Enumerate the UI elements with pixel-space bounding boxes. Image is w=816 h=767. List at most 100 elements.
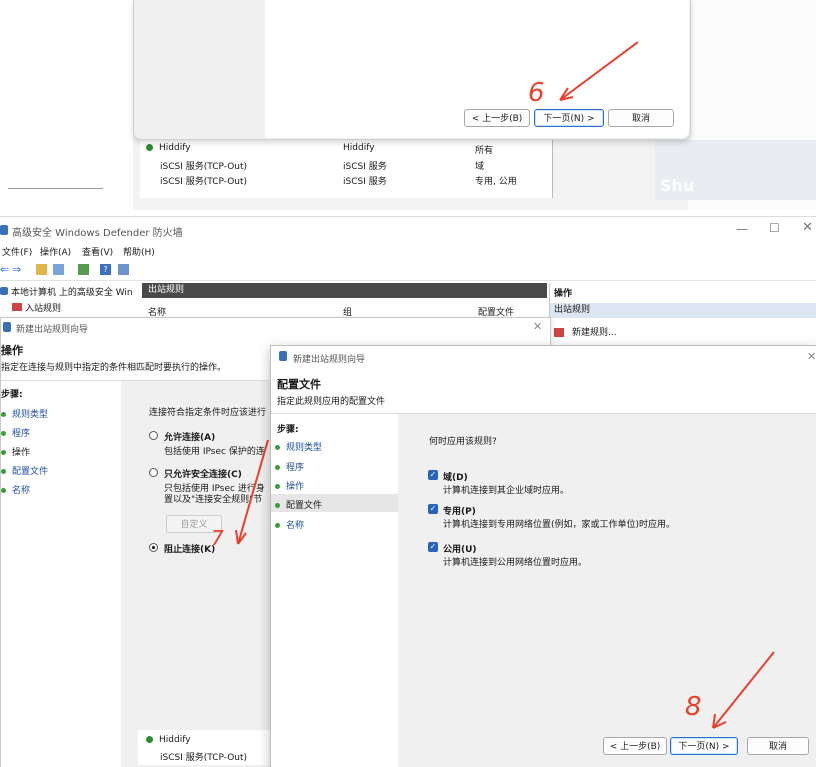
back-arrow-icon[interactable]: ⇐ (0, 263, 9, 276)
steps-label: 步骤: (1, 390, 23, 400)
minimize-icon[interactable]: — (736, 222, 748, 236)
cancel-button[interactable]: 取消 (608, 109, 674, 127)
checkbox-domain[interactable]: ✓ (428, 470, 438, 480)
step-name[interactable]: 名称 (275, 518, 304, 531)
annotation-arrow-8 (712, 651, 775, 729)
radio-secure[interactable] (149, 468, 158, 477)
menu-bar: 文件(F) 操作(A) 查看(V) 帮助(H) (0, 243, 816, 259)
firewall-icon (0, 225, 8, 235)
profile-domain-label[interactable]: 域(D) (443, 470, 468, 483)
view-icon[interactable] (118, 264, 129, 275)
steps-panel: 步骤: 规则类型 程序 操作 配置文件 名称 (271, 413, 398, 767)
profile-question: 何时应用该规则? (429, 437, 497, 447)
page-subheading: 指定此规则应用的配置文件 (277, 397, 386, 407)
profile-domain-desc: 计算机连接到其企业域时应用。 (443, 486, 570, 496)
profile-private-desc: 计算机连接到专用网络位置(例如，家或工作单位)时应用。 (443, 520, 676, 530)
center-header: 出站规则 (142, 283, 547, 298)
next-button[interactable]: 下一页(N) > (670, 737, 738, 755)
profile-public-label[interactable]: 公用(U) (443, 542, 477, 555)
actions-section[interactable]: 出站规则 (550, 303, 816, 318)
table-cell: 域 (475, 162, 485, 172)
steps-panel: 步骤: 规则类型 程序 操作 配置文件 名称 (1, 380, 121, 767)
forward-arrow-icon[interactable]: ⇒ (12, 263, 21, 276)
checkbox-private[interactable]: ✓ (428, 504, 438, 514)
new-rule-icon (554, 328, 564, 337)
radio-block[interactable] (149, 543, 158, 552)
firewall-icon (3, 322, 11, 332)
firewall-icon (279, 351, 287, 361)
table-row[interactable]: Hiddify (146, 143, 191, 153)
menu-view[interactable]: 查看(V) (82, 245, 113, 258)
step-profile[interactable]: 配置文件 (275, 498, 322, 511)
profile-public-desc: 计算机连接到公用网络位置时应用。 (443, 558, 588, 568)
step-name[interactable]: 名称 (1, 483, 30, 496)
step-profile[interactable]: 配置文件 (1, 464, 48, 477)
firewall-icon (0, 287, 8, 295)
table-cell: Hiddify (343, 143, 375, 153)
top-screenshot: Shu Hiddify Hiddify 所有 iSCSI 服务(TCP-Out)… (0, 0, 816, 210)
actions-panel: 操作 出站规则 新建规则... (549, 283, 816, 353)
help-icon[interactable]: ? (100, 264, 111, 275)
table-cell: 所有 (475, 146, 494, 156)
annotation-label-8: 8 (685, 692, 702, 722)
step-rule-type[interactable]: 规则类型 (275, 440, 322, 453)
close-icon[interactable]: ✕ (807, 350, 816, 363)
new-rule-action[interactable]: 新建规则... (554, 325, 617, 338)
table-row[interactable]: iSCSI 服务(TCP-Out) (160, 159, 247, 172)
step-program[interactable]: 程序 (1, 426, 30, 439)
wizard-dialog-profile: 新建出站规则向导 ✕ 配置文件 指定此规则应用的配置文件 步骤: 规则类型 程序… (270, 345, 816, 767)
export-icon[interactable] (78, 264, 89, 275)
tree-root[interactable]: 本地计算机 上的高级安全 Win (0, 285, 133, 298)
table-row[interactable]: iSCSI 服务(TCP-Out) (160, 750, 247, 763)
tree-inbound[interactable]: 入站规则 (12, 301, 61, 314)
cancel-button[interactable]: 取消 (747, 737, 809, 755)
page-heading: 配置文件 (277, 378, 321, 391)
center-header-title: 出站规则 (148, 285, 185, 295)
close-icon[interactable]: ✕ (802, 220, 813, 235)
option-block-label[interactable]: 阻止连接(K) (164, 542, 215, 555)
back-button[interactable]: < 上一步(B) (603, 737, 667, 755)
step-rule-type[interactable]: 规则类型 (1, 407, 48, 420)
left-faint-panel (0, 0, 133, 210)
dialog-title: 新建出站规则向导 (293, 355, 366, 365)
list-icon[interactable] (53, 264, 64, 275)
actions-title: 操作 (554, 289, 573, 299)
option-allow-label[interactable]: 允许连接(A) (164, 430, 215, 443)
window-title: 高级安全 Windows Defender 防火墙 (12, 228, 183, 239)
check-icon (146, 736, 153, 743)
table-row[interactable]: iSCSI 服务(TCP-Out) (160, 174, 247, 187)
close-icon[interactable]: ✕ (533, 320, 542, 333)
title-bar: 高级安全 Windows Defender 防火墙 — ☐ ✕ (0, 217, 816, 243)
annotation-arrow-7 (235, 439, 269, 545)
table-cell: iSCSI 服务 (343, 177, 387, 187)
step-action[interactable]: 操作 (1, 445, 30, 458)
page-subheading: 指定在连接与规则中指定的条件相匹配时要执行的操作。 (1, 363, 227, 373)
toolbar: ⇐ ⇒ ? (0, 260, 816, 281)
dialog-title-bar: 新建出站规则向导 ✕ (1, 318, 550, 336)
table-row[interactable]: Hiddify (146, 735, 191, 745)
back-button[interactable]: < 上一步(B) (464, 109, 530, 127)
annotation-label-7: 7 (211, 526, 224, 550)
dialog-title: 新建出站规则向导 (16, 325, 89, 335)
action-question: 连接符合指定条件时应该进行 (149, 408, 267, 418)
dialog-title-bar: 新建出站规则向导 ✕ (271, 346, 816, 366)
table-cell: 专用, 公用 (475, 177, 517, 187)
step-action[interactable]: 操作 (275, 479, 304, 492)
menu-file[interactable]: 文件(F) (2, 245, 32, 258)
next-button[interactable]: 下一页(N) > (534, 109, 604, 127)
folder-icon[interactable] (36, 264, 47, 275)
check-icon (146, 144, 153, 151)
menu-action[interactable]: 操作(A) (40, 245, 71, 258)
table-cell: iSCSI 服务 (343, 162, 387, 172)
menu-help[interactable]: 帮助(H) (123, 245, 155, 258)
checkbox-public[interactable]: ✓ (428, 542, 438, 552)
radio-allow[interactable] (149, 431, 158, 440)
annotation-label-6: 6 (528, 78, 545, 108)
profile-private-label[interactable]: 专用(P) (443, 504, 476, 517)
watermark-text: Shu (660, 176, 695, 195)
inbound-rules-icon (12, 303, 22, 311)
page-heading: 操作 (1, 344, 23, 357)
maximize-icon[interactable]: ☐ (769, 221, 780, 235)
step-program[interactable]: 程序 (275, 460, 304, 473)
left-divider (8, 188, 103, 189)
